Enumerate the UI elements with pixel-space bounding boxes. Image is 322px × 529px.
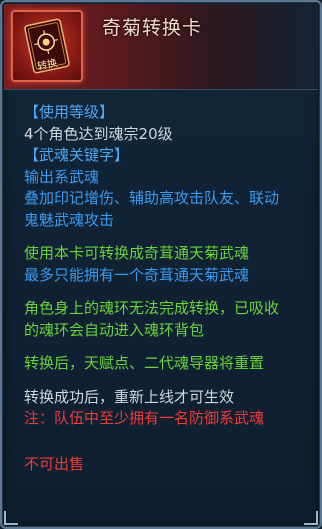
keyword-line: 叠加印记增伤、辅助高攻击队友、联动 (24, 189, 280, 207)
tooltip-content: 【使用等级】 4个角色达到魂宗20级 【武魂关键字】 输出系武魂 叠加印记增伤、… (24, 102, 314, 475)
keyword-line: 输出系武魂 (24, 167, 100, 186)
corner-ornament (304, 511, 318, 525)
level-value: 4个角色达到魂宗20级 (24, 124, 173, 143)
relogin-line: 转换成功后，重新上线才可生效 (24, 387, 235, 406)
untradable-label: 不可出售 (24, 454, 85, 473)
limit-line: 最多只能拥有一个奇茸通天菊武魂 (24, 265, 250, 284)
keyword-header: 【武魂关键字】 (24, 146, 130, 164)
note-line: 注：队伍中至少拥有一名防御系武魂 (24, 409, 265, 427)
convert-line: 使用本卡可转换成奇茸通天菊武魂 (24, 244, 250, 262)
ring-line: 角色身上的魂环无法完成转换，已吸收 (24, 299, 280, 317)
ring-line: 的魂环会自动进入魂环背包 (24, 320, 205, 339)
keyword-line: 鬼魅武魂攻击 (24, 210, 115, 229)
reset-line: 转换后，天赋点、二代魂导器将重置 (24, 354, 265, 372)
corner-ornament (4, 511, 18, 525)
tooltip-header: 转换 奇菊转换卡 (4, 4, 318, 90)
level-header: 【使用等级】 (24, 103, 115, 121)
item-tooltip: 转换 奇菊转换卡 【使用等级】 4个角色达到魂宗20级 【武魂关键字】 输出系武… (0, 0, 322, 529)
item-name: 奇菊转换卡 (102, 17, 203, 39)
card-icon: 转换 (11, 10, 83, 82)
